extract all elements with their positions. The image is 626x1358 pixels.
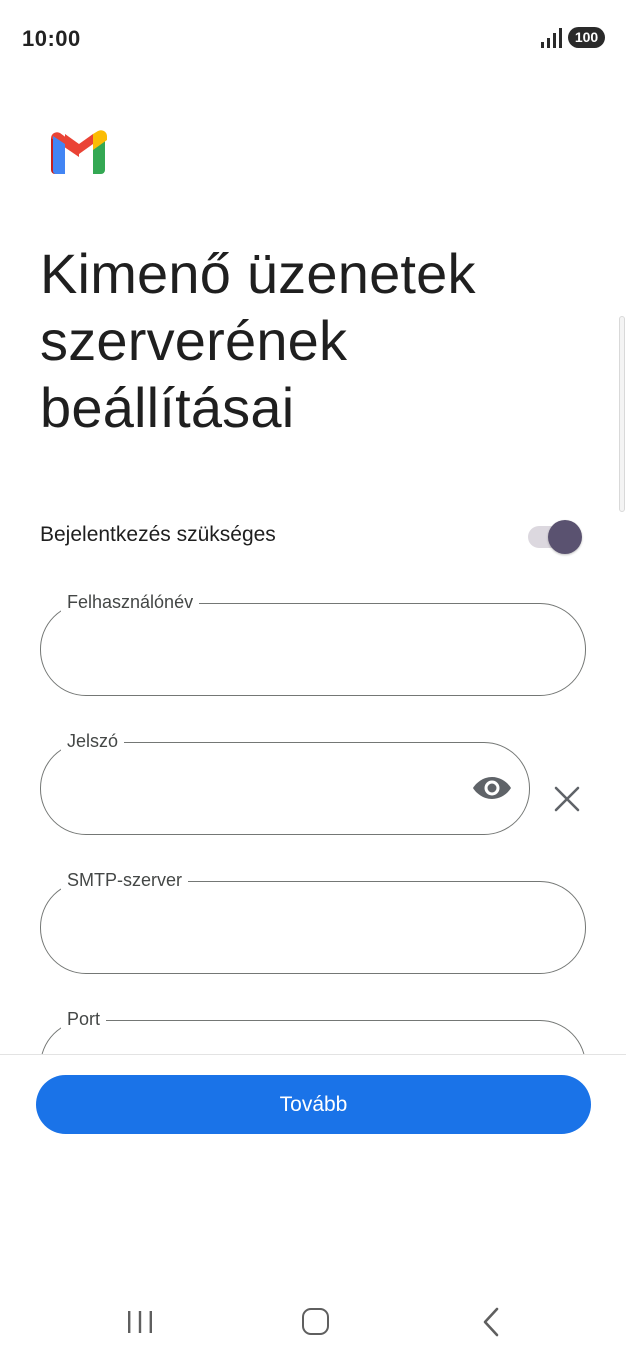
username-input[interactable] [65,630,561,668]
battery-indicator: 100 [568,27,605,48]
back-icon[interactable] [481,1307,501,1337]
password-input[interactable] [65,769,459,807]
username-label: Felhasználónév [61,590,200,614]
home-icon[interactable] [302,1308,329,1335]
next-button[interactable]: Tovább [36,1075,591,1134]
toggle-thumb [548,520,582,554]
smtp-server-field[interactable]: SMTP-szerver [40,868,586,974]
recent-apps-icon[interactable] [127,1310,153,1334]
page-title: Kimenő üzenetek szerverének beállításai [40,240,600,441]
eye-icon[interactable] [473,773,511,803]
password-field[interactable]: Jelszó [40,729,530,835]
password-label: Jelszó [61,729,125,753]
port-label: Port [61,1007,107,1031]
gmail-logo [51,130,107,174]
scrollbar-thumb[interactable] [619,316,625,512]
status-bar: 10:00 100 [0,0,626,76]
signin-required-toggle[interactable] [528,520,582,554]
close-icon[interactable] [554,786,580,812]
page-title-line: szerverének [40,309,348,372]
status-time: 10:00 [22,26,81,51]
page-title-line: Kimenő üzenetek [40,242,476,305]
smtp-server-label: SMTP-szerver [61,868,189,892]
page-title-line: beállításai [40,376,295,439]
scrollbar[interactable] [618,60,626,850]
signin-required-label: Bejelentkezés szükséges [40,523,276,546]
username-field[interactable]: Felhasználónév [40,590,586,696]
signal-bars-icon [541,28,562,48]
smtp-server-input[interactable] [65,908,561,946]
